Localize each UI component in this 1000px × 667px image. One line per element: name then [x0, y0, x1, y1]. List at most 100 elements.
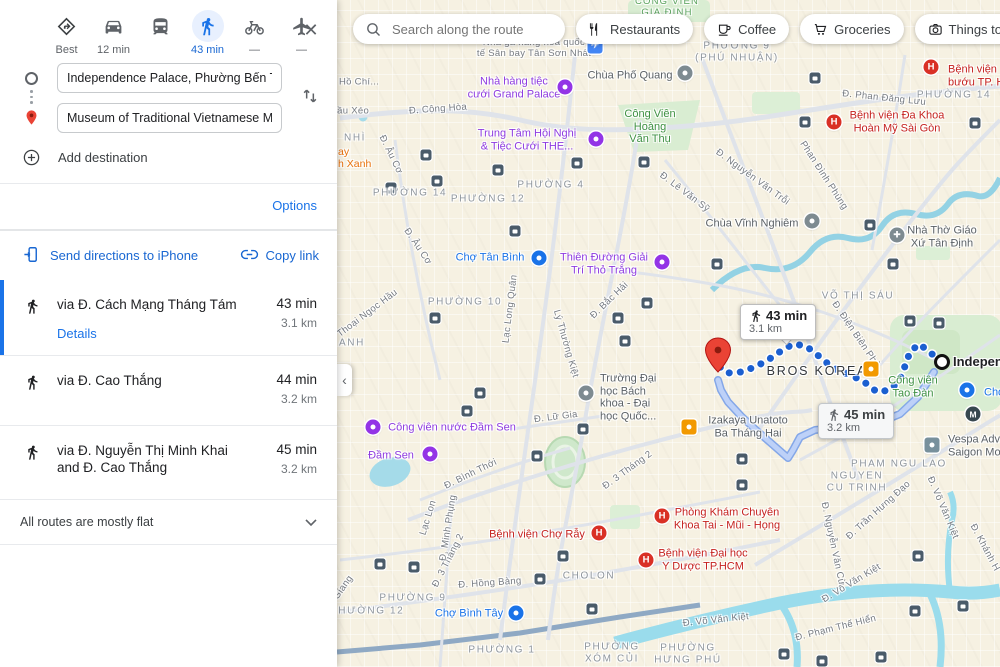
poi-blue-cart-icon[interactable]	[960, 383, 975, 398]
close-directions-button[interactable]: ✕	[297, 16, 325, 44]
route-time-callout[interactable]: 45 min3.2 km	[818, 403, 894, 439]
search-input[interactable]	[390, 21, 570, 38]
travel-mode-walk[interactable]: 43 min	[187, 10, 228, 57]
walking-icon	[749, 309, 763, 323]
transit-station-icon	[958, 601, 969, 612]
travel-mode-label: —	[296, 44, 307, 57]
options-link[interactable]: Options	[272, 198, 317, 213]
transit-station-icon	[375, 559, 386, 570]
poi-purple-icon[interactable]	[423, 447, 438, 462]
map-label: Công ViênHoàngVăn Thụ	[624, 108, 675, 146]
map-label: Công viên nước Đầm Sen	[388, 422, 516, 435]
routes-elevation-summary[interactable]: All routes are mostly flat	[0, 499, 337, 545]
route-distance: 3.2 km	[281, 462, 317, 476]
map-label: PHƯỜNG 12	[330, 605, 404, 617]
poi-red-h-icon[interactable]: H	[924, 60, 939, 75]
transit-station-icon	[558, 551, 569, 562]
route-title: via Đ. Nguyễn Thị Minh Khai and Đ. Cao T…	[57, 442, 242, 477]
map-label: Bệnh viện Đa KhoaHoàn Mỹ Sài Gòn	[850, 109, 945, 134]
transit-station-icon	[532, 451, 543, 462]
poi-blue-cart-icon[interactable]	[532, 251, 547, 266]
transit-station-icon	[409, 562, 420, 573]
route-time: 43 min	[276, 296, 317, 311]
destination-field-pin-icon	[23, 109, 40, 126]
poi-gray-circle-icon[interactable]	[579, 386, 594, 401]
map-label: BROS KOREA	[767, 364, 868, 378]
poi-red-h-icon[interactable]: H	[639, 553, 654, 568]
transit-station-icon	[817, 656, 828, 667]
transit-icon	[145, 10, 177, 42]
poi-purple-icon[interactable]	[655, 255, 670, 270]
transit-station-icon	[572, 158, 583, 169]
add-destination-button[interactable]: Add destination	[0, 143, 337, 171]
map-label: NHÌ	[344, 132, 366, 144]
chip-things[interactable]: Things to do	[915, 14, 1000, 44]
chip-label: Restaurants	[610, 22, 680, 37]
swap-origin-destination-button[interactable]	[297, 84, 323, 110]
route-option[interactable]: via Đ. Cao Thắng44 min3.2 km	[0, 355, 337, 425]
transit-station-icon	[905, 316, 916, 327]
poi-gray-circle-icon[interactable]	[805, 214, 820, 229]
send-to-phone-icon	[22, 245, 41, 267]
directions-panel: Best12 min43 min—— ✕ Add destination Opt…	[0, 0, 337, 667]
callout-distance: 3.2 km	[827, 422, 885, 434]
poi-orange-sq-icon[interactable]	[682, 420, 697, 435]
chip-restaurants[interactable]: Restaurants	[576, 14, 693, 44]
destination-input[interactable]	[57, 103, 282, 133]
travel-mode-bike[interactable]: —	[234, 10, 275, 57]
copy-link-button[interactable]: Copy link	[240, 245, 319, 267]
search-along-route[interactable]	[353, 14, 565, 44]
route-distance: 3.2 km	[281, 392, 317, 406]
map-label: PHAM NGU LAO	[851, 458, 947, 470]
map-label: Thiên Đường GiảiTrí Thỏ Trắng	[560, 251, 648, 276]
map-top-bar: Restaurants Coffee Groceries Things to do	[353, 14, 1000, 44]
map-label: PHƯỜNG 1	[468, 644, 535, 656]
travel-mode-drive[interactable]: 12 min	[93, 10, 134, 57]
map-label: Đầm Sen	[368, 450, 414, 463]
origin-marker-label: Independen	[953, 354, 1000, 369]
poi-red-h-icon[interactable]: H	[655, 509, 670, 524]
travel-mode-best[interactable]: Best	[46, 10, 87, 57]
transit-station-icon	[613, 313, 624, 324]
route-option[interactable]: via Đ. Cách Mạng Tháng Tám43 min3.1 kmDe…	[0, 280, 337, 355]
transit-station-icon	[737, 480, 748, 491]
transit-station-icon	[888, 259, 899, 270]
poi-metro-icon[interactable]: M	[966, 407, 981, 422]
poi-red-h-icon[interactable]: H	[827, 115, 842, 130]
map-label: Công viênTao Đàn	[888, 374, 938, 399]
poi-gray-circle-icon[interactable]	[678, 66, 693, 81]
poi-purple-icon[interactable]	[366, 420, 381, 435]
map-label: Chợ	[984, 387, 1000, 400]
panel-collapse-button[interactable]: ‹	[337, 364, 352, 396]
search-icon	[365, 21, 382, 38]
chip-groceries[interactable]: Groceries	[800, 14, 903, 44]
poi-red-h-icon[interactable]: H	[592, 526, 607, 541]
route-details-link[interactable]: Details	[57, 326, 319, 341]
poi-gray-circle-icon[interactable]: ✚	[890, 228, 905, 243]
walking-icon	[24, 298, 41, 320]
poi-purple-icon[interactable]	[558, 80, 573, 95]
poi-orange-sq-icon[interactable]	[864, 362, 879, 377]
travel-mode-transit[interactable]	[140, 10, 181, 57]
route-option[interactable]: via Đ. Nguyễn Thị Minh Khai and Đ. Cao T…	[0, 425, 337, 495]
transit-station-icon	[510, 226, 521, 237]
route-time: 45 min	[276, 442, 317, 457]
copy-link-label: Copy link	[266, 248, 319, 263]
poi-purple-icon[interactable]	[589, 132, 604, 147]
destination-pin	[706, 338, 731, 372]
origin-input[interactable]	[57, 63, 282, 93]
route-time: 44 min	[276, 372, 317, 387]
map-label: Bệnh việnbướu TP. H	[948, 63, 1000, 88]
walk-icon	[192, 10, 224, 42]
transit-station-icon	[876, 652, 887, 663]
route-time-callout[interactable]: 43 min3.1 km	[740, 304, 816, 340]
origin-marker[interactable]	[934, 354, 950, 370]
poi-blue-cart-icon[interactable]	[509, 606, 524, 621]
poi-gray-sq-icon[interactable]	[925, 438, 940, 453]
map-label: VÕ THỊ SÁU	[822, 290, 895, 302]
send-directions-button[interactable]: Send directions to iPhone	[22, 245, 198, 267]
map-label: Chùa Vĩnh Nghiêm	[706, 218, 799, 231]
chip-coffee[interactable]: Coffee	[704, 14, 789, 44]
map-label: Chợ Tân Bình	[456, 252, 525, 265]
transit-station-icon	[970, 118, 981, 129]
